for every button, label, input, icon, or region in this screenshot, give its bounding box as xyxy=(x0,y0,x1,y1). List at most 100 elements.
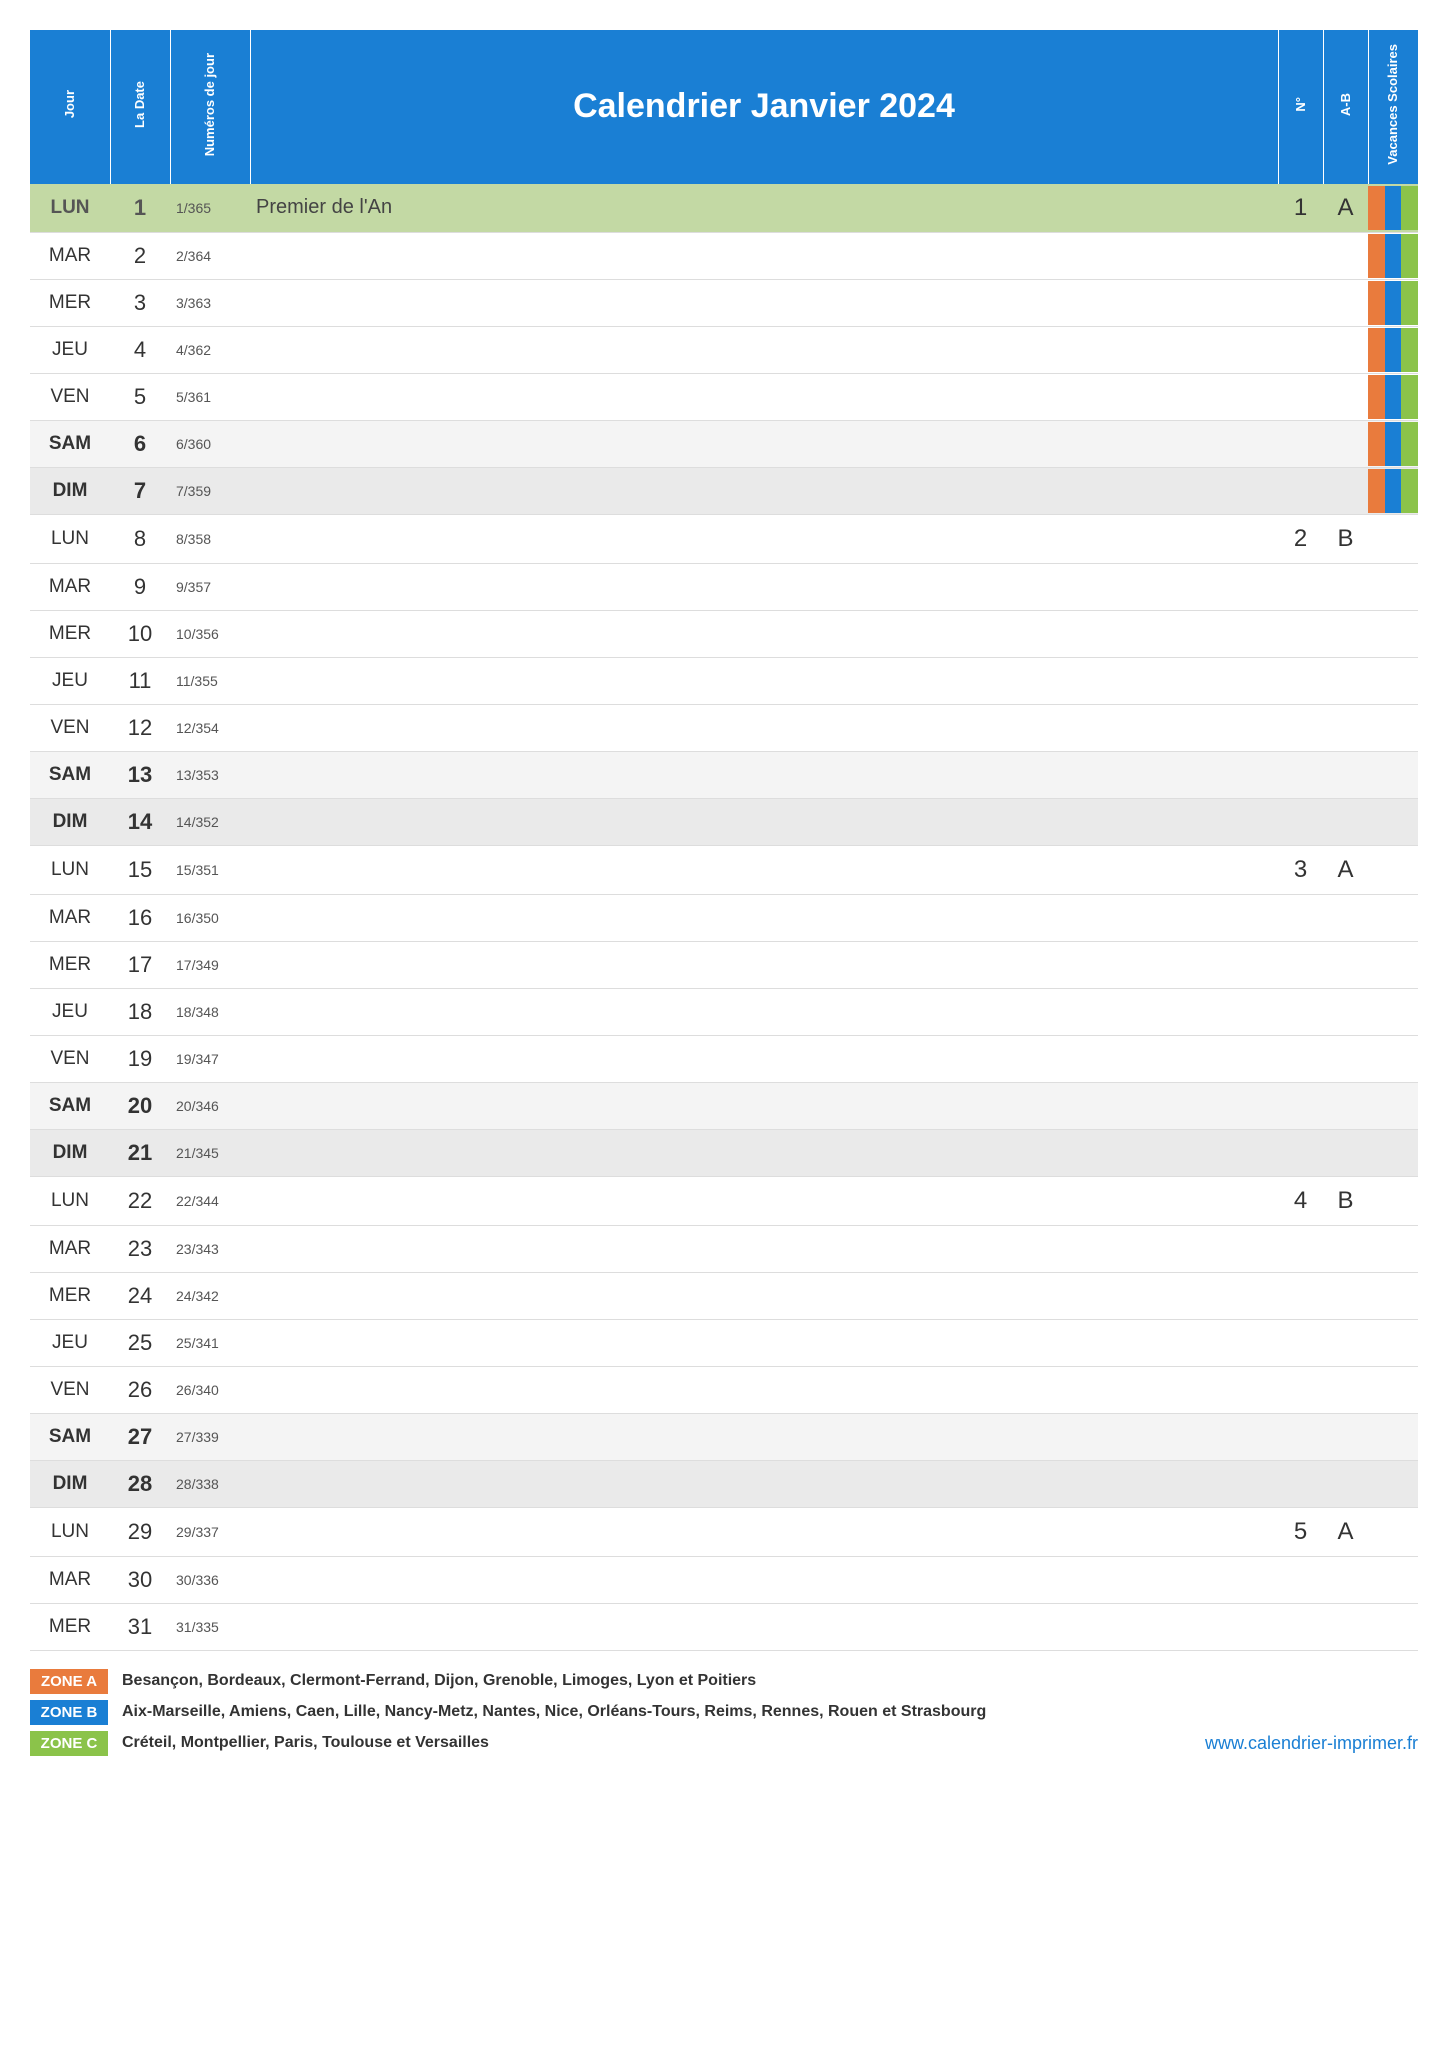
vacation-bar-c xyxy=(1401,896,1418,940)
table-row: SAM2020/346 xyxy=(30,1082,1418,1129)
event-name xyxy=(250,373,1278,420)
week-ab xyxy=(1323,988,1368,1035)
table-row: VEN55/361 xyxy=(30,373,1418,420)
vacation-bar-c xyxy=(1401,1131,1418,1175)
vacation-bars xyxy=(1368,704,1418,751)
table-row: MER1010/356 xyxy=(30,610,1418,657)
day-of-week: MER xyxy=(30,610,110,657)
vacation-bar-c xyxy=(1401,612,1418,656)
week-number xyxy=(1278,704,1323,751)
event-name xyxy=(250,941,1278,988)
week-ab xyxy=(1323,751,1368,798)
header-date: La Date xyxy=(132,75,148,134)
week-number xyxy=(1278,610,1323,657)
vacation-bar-b xyxy=(1385,281,1402,325)
vacation-bar-b xyxy=(1385,848,1402,892)
website-url[interactable]: www.calendrier-imprimer.fr xyxy=(1205,1733,1418,1754)
table-row: VEN1919/347 xyxy=(30,1035,1418,1082)
week-ab xyxy=(1323,420,1368,467)
week-number xyxy=(1278,1272,1323,1319)
vacation-bar-a xyxy=(1368,1227,1385,1271)
vacation-bar-b xyxy=(1385,469,1402,513)
week-number xyxy=(1278,1035,1323,1082)
day-of-week: JEU xyxy=(30,657,110,704)
event-name xyxy=(250,1319,1278,1366)
vacation-bar-c xyxy=(1401,1368,1418,1412)
week-ab xyxy=(1323,326,1368,373)
header-numero: Numéros de jour xyxy=(202,47,218,162)
day-number: 15 xyxy=(110,845,170,894)
week-number xyxy=(1278,563,1323,610)
legend-row-a: ZONE A Besançon, Bordeaux, Clermont-Ferr… xyxy=(30,1669,1418,1694)
event-name xyxy=(250,1082,1278,1129)
vacation-bar-a xyxy=(1368,565,1385,609)
vacation-bar-c xyxy=(1401,422,1418,466)
week-number xyxy=(1278,420,1323,467)
week-number xyxy=(1278,941,1323,988)
week-ab xyxy=(1323,1413,1368,1460)
vacation-bar-a xyxy=(1368,1510,1385,1554)
week-ab: B xyxy=(1323,1176,1368,1225)
vacation-bar-a xyxy=(1368,1368,1385,1412)
event-name xyxy=(250,1507,1278,1556)
table-row: JEU1818/348 xyxy=(30,988,1418,1035)
event-name xyxy=(250,1272,1278,1319)
table-row: DIM77/359 xyxy=(30,467,1418,514)
vacation-bar-c xyxy=(1401,1462,1418,1506)
day-of-week: JEU xyxy=(30,988,110,1035)
vacation-bar-b xyxy=(1385,234,1402,278)
vacation-bar-b xyxy=(1385,1084,1402,1128)
vacation-bars xyxy=(1368,894,1418,941)
vacation-bars xyxy=(1368,467,1418,514)
day-number: 4 xyxy=(110,326,170,373)
vacation-bar-b xyxy=(1385,800,1402,844)
event-name xyxy=(250,657,1278,704)
day-of-year: 21/345 xyxy=(170,1129,250,1176)
day-of-week: SAM xyxy=(30,751,110,798)
table-row: JEU1111/355 xyxy=(30,657,1418,704)
vacation-bar-a xyxy=(1368,706,1385,750)
day-of-year: 9/357 xyxy=(170,563,250,610)
vacation-bars xyxy=(1368,1413,1418,1460)
day-of-week: SAM xyxy=(30,1082,110,1129)
event-name xyxy=(250,845,1278,894)
week-number: 5 xyxy=(1278,1507,1323,1556)
vacation-bar-b xyxy=(1385,706,1402,750)
vacation-bar-a xyxy=(1368,1321,1385,1365)
vacation-bar-b xyxy=(1385,517,1402,561)
day-number: 23 xyxy=(110,1225,170,1272)
vacation-bar-c xyxy=(1401,1179,1418,1223)
day-of-year: 2/364 xyxy=(170,232,250,279)
day-of-week: JEU xyxy=(30,1319,110,1366)
event-name xyxy=(250,1176,1278,1225)
day-number: 19 xyxy=(110,1035,170,1082)
vacation-bars xyxy=(1368,184,1418,233)
vacation-bar-a xyxy=(1368,328,1385,372)
table-row: SAM66/360 xyxy=(30,420,1418,467)
week-number xyxy=(1278,373,1323,420)
table-row: JEU44/362 xyxy=(30,326,1418,373)
table-row: DIM1414/352 xyxy=(30,798,1418,845)
week-ab xyxy=(1323,1272,1368,1319)
day-number: 6 xyxy=(110,420,170,467)
week-number xyxy=(1278,1319,1323,1366)
table-row: DIM2121/345 xyxy=(30,1129,1418,1176)
table-row: LUN88/3582B xyxy=(30,514,1418,563)
header-row: Jour La Date Numéros de jour Calendrier … xyxy=(30,30,1418,184)
table-row: LUN11/365Premier de l'An1A xyxy=(30,184,1418,233)
vacation-bars xyxy=(1368,1556,1418,1603)
vacation-bar-b xyxy=(1385,422,1402,466)
vacation-bars xyxy=(1368,1272,1418,1319)
event-name xyxy=(250,751,1278,798)
day-of-year: 30/336 xyxy=(170,1556,250,1603)
week-ab: A xyxy=(1323,184,1368,233)
vacation-bars xyxy=(1368,845,1418,894)
vacation-bars xyxy=(1368,420,1418,467)
event-name xyxy=(250,1556,1278,1603)
header-n: N° xyxy=(1293,91,1309,118)
week-ab xyxy=(1323,657,1368,704)
header-vac: Vacances Scolaires xyxy=(1385,38,1401,171)
vacation-bar-b xyxy=(1385,1227,1402,1271)
day-of-year: 31/335 xyxy=(170,1603,250,1650)
vacation-bar-c xyxy=(1401,706,1418,750)
